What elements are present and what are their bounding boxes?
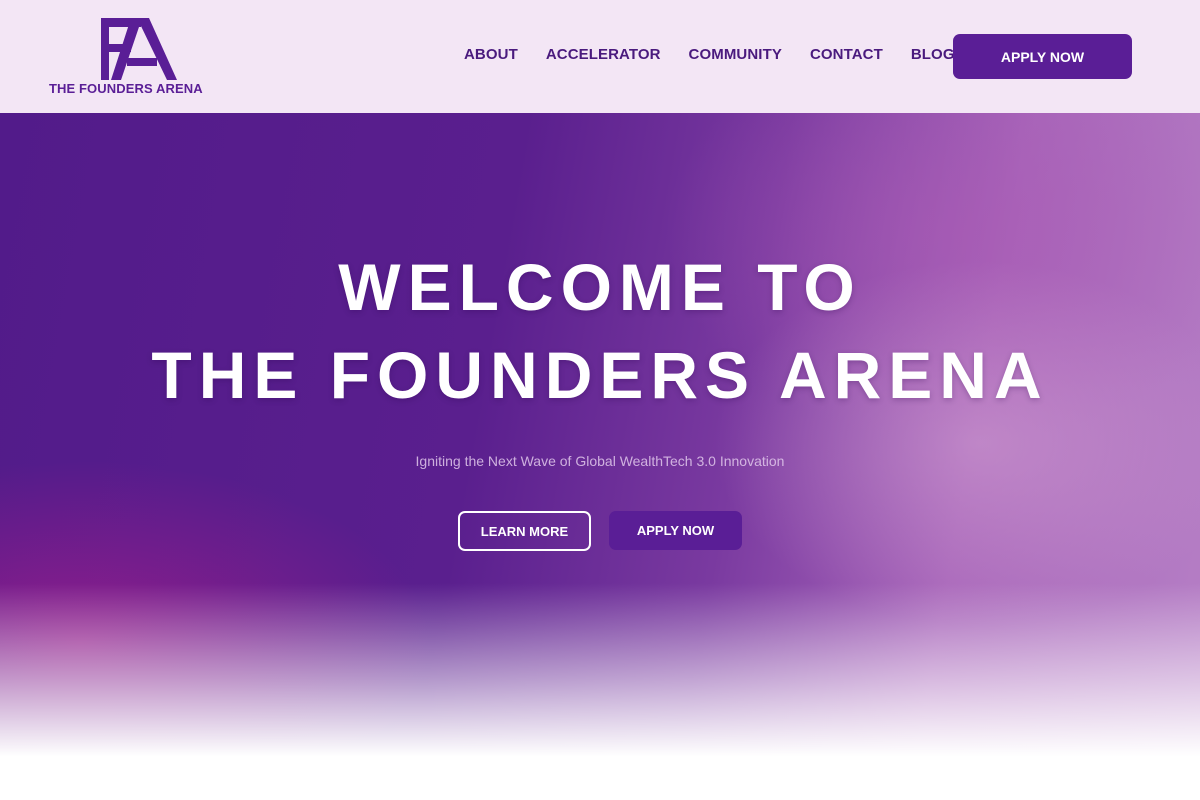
nav-item-accelerator[interactable]: ACCELERATOR: [546, 46, 661, 63]
nav-item-contact[interactable]: CONTACT: [810, 46, 883, 63]
brand-logo[interactable]: THE FOUNDERS ARENA: [49, 18, 211, 98]
hero-section: WELCOME TO THE FOUNDERS ARENA Igniting t…: [0, 113, 1200, 800]
hero-subtitle: Igniting the Next Wave of Global WealthT…: [415, 453, 785, 469]
nav-item-blog[interactable]: BLOG: [911, 46, 955, 63]
fa-monogram-logo-icon: [101, 18, 177, 80]
header-apply-now-button[interactable]: APPLY NOW: [953, 34, 1132, 79]
hero-bottom-fade: [0, 583, 1200, 800]
nav-item-about[interactable]: ABOUT: [464, 46, 518, 63]
site-header: THE FOUNDERS ARENA ABOUT ACCELERATOR COM…: [0, 0, 1200, 113]
hero-title: WELCOME TO THE FOUNDERS ARENA: [0, 243, 1200, 419]
hero-title-line-1: WELCOME TO: [338, 250, 862, 324]
brand-name: THE FOUNDERS ARENA: [49, 81, 203, 96]
nav-item-community[interactable]: COMMUNITY: [689, 46, 782, 63]
hero-button-group: LEARN MORE APPLY NOW: [458, 511, 742, 551]
hero-title-line-2: THE FOUNDERS ARENA: [151, 338, 1049, 412]
main-nav: ABOUT ACCELERATOR COMMUNITY CONTACT BLOG: [464, 46, 955, 63]
hero-apply-now-button[interactable]: APPLY NOW: [609, 511, 742, 550]
learn-more-button[interactable]: LEARN MORE: [458, 511, 591, 551]
